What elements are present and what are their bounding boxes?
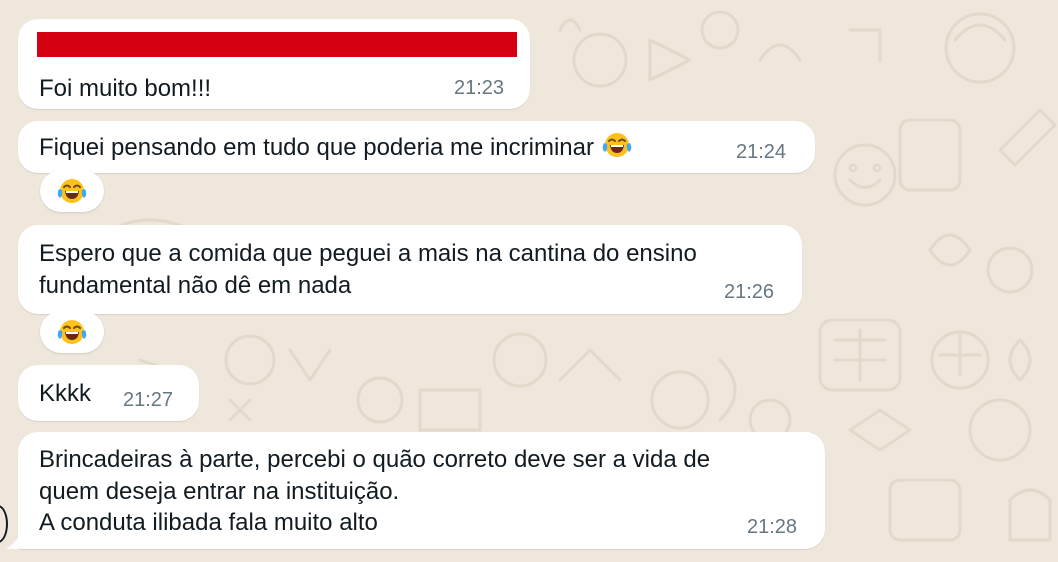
laughing-emoji-icon (57, 320, 87, 344)
message-timestamp: 21:27 (123, 389, 174, 411)
message-timestamp: 21:28 (747, 516, 798, 538)
message-timestamp: 21:23 (454, 77, 505, 99)
message-text-line-2: fundamental não dê em nada (39, 272, 352, 299)
message-timestamp: 21:24 (736, 141, 787, 163)
message-text: Foi muito bom!!! (39, 75, 212, 102)
reaction-badge-1[interactable] (40, 170, 104, 212)
message-text-content: Fiquei pensando em tudo que poderia me i… (39, 134, 594, 161)
message-text: Fiquei pensando em tudo que poderia me i… (39, 131, 632, 163)
reaction-badge-2[interactable] (40, 311, 104, 353)
message-timestamp: 21:26 (724, 281, 775, 303)
message-bubble-4[interactable]: Kkkk 21:27 (18, 365, 199, 421)
message-text-line-2: quem deseja entrar na instituição. (39, 478, 400, 505)
message-text: Kkkk (39, 380, 92, 407)
message-bubble-1[interactable]: Foi muito bom!!! 21:23 (18, 19, 530, 109)
message-text-line-1: Espero que a comida que peguei a mais na… (39, 240, 697, 267)
redacted-sender-name (37, 32, 517, 57)
message-bubble-3[interactable]: Espero que a comida que peguei a mais na… (18, 225, 802, 314)
message-bubble-2[interactable]: Fiquei pensando em tudo que poderia me i… (18, 121, 815, 173)
laughing-emoji-icon (57, 179, 87, 203)
message-text-line-3: A conduta ilibada fala muito alto (39, 509, 378, 536)
message-text-line-1: Brincadeiras à parte, percebi o quão cor… (39, 446, 711, 473)
message-bubble-5[interactable]: Brincadeiras à parte, percebi o quão cor… (18, 432, 825, 549)
laughing-emoji-icon (602, 133, 632, 157)
